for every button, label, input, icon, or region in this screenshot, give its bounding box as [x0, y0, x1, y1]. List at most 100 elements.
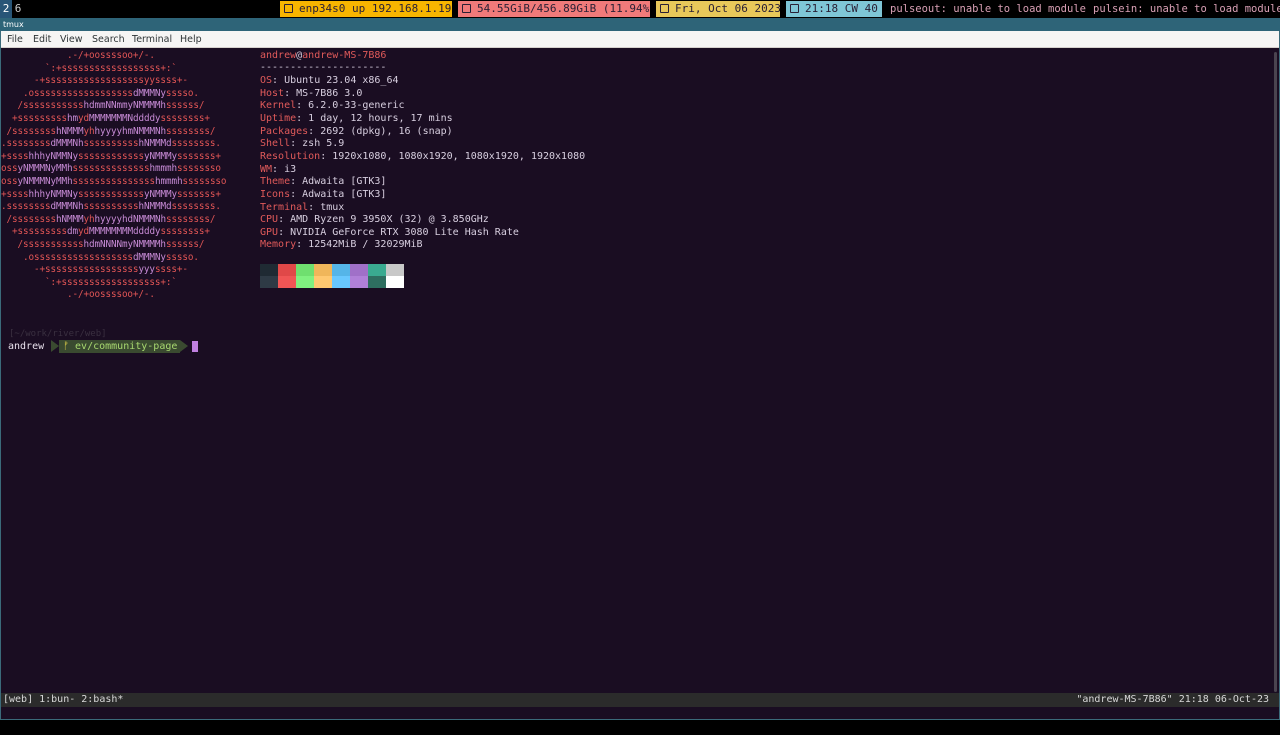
text-cursor [192, 341, 198, 352]
git-branch-icon: ᚠ [63, 341, 69, 352]
logo-line: `:+ssssssssssssssssss+:` [1, 62, 177, 74]
field-key: CPU [260, 214, 279, 226]
field-separator: : [296, 239, 309, 251]
color-swatch [260, 264, 278, 276]
color-swatch [314, 276, 332, 288]
neofetch-field-packages: Packages: 2692 (dpkg), 16 (snap) [260, 125, 453, 138]
field-value: 6.2.0-33-generic [308, 100, 405, 112]
field-key: Packages [260, 125, 309, 137]
field-separator: : [296, 112, 309, 124]
status-network[interactable]: enp34s0 up 192.168.1.195 [280, 1, 452, 17]
logo-line: /ssssssssssshdmmNNmmyNMMMMhssssss/ [1, 100, 205, 112]
field-key: Kernel [260, 100, 297, 112]
logo-line: -+sssssssssssssssssyyyssss+- [1, 264, 188, 276]
logo-line: /sssssssshNMMMyhhyyyyhmNMMMNhssssssss/ [1, 125, 216, 137]
status-disk[interactable]: 54.55GiB/456.89GiB (11.94%) [458, 1, 650, 17]
neofetch-host: andrew-MS-7B86 [302, 50, 387, 61]
color-swatch [296, 276, 314, 288]
menubar: File Edit View Search Terminal Help [1, 31, 1279, 48]
workspace-6[interactable]: 6 [12, 0, 24, 18]
menu-search[interactable]: Search [92, 31, 125, 48]
neofetch-field-host: Host: MS-7B86 3.0 [260, 87, 362, 100]
neofetch-field-memory: Memory: 12542MiB / 32029MiB [260, 238, 423, 251]
field-value: Ubuntu 23.04 x86_64 [284, 75, 399, 86]
shell-prompt[interactable]: andrew ᚠ ev/community-page [1, 340, 198, 353]
network-icon [284, 4, 293, 13]
field-key: Terminal [260, 201, 309, 213]
field-separator: : [272, 163, 285, 175]
field-separator: : [290, 188, 303, 200]
logo-line: /ssssssssssshdmNNNNmyNMMMMhssssss/ [1, 239, 205, 250]
workspace-2[interactable]: 2 [0, 0, 12, 18]
field-value: Adwaita [GTK3] [302, 176, 387, 188]
color-swatch [350, 276, 368, 288]
menu-edit[interactable]: Edit [33, 31, 51, 48]
logo-line: +sssssssssdmydMMMMMMMMddddyssssssss+ [1, 226, 210, 238]
neofetch-user: andrew [260, 50, 297, 61]
field-key: Shell [260, 138, 291, 150]
status-time[interactable]: 21:18 CW 40 [786, 1, 882, 17]
field-value: 12542MiB / 32029MiB [308, 239, 423, 251]
neofetch-field-uptime: Uptime: 1 day, 12 hours, 17 mins [260, 112, 453, 125]
menu-file[interactable]: File [7, 31, 23, 48]
field-value: AMD Ryzen 9 3950X (32) @ 3.850GHz [290, 214, 489, 226]
color-swatch [350, 264, 368, 276]
status-error-2: pulsein: unable to load module [1093, 3, 1280, 15]
logo-line: +ssssssssshmydMMMMMMMNddddyssssssss+ [1, 113, 210, 124]
prompt-git-branch: ᚠ ev/community-page [59, 340, 181, 353]
prompt-separator [51, 340, 59, 352]
neofetch-field-icons: Icons: Adwaita [GTK3] [260, 188, 386, 201]
status-time-text: 21:18 CW 40 [805, 2, 878, 15]
status-disk-text: 54.55GiB/456.89GiB (11.94%) [477, 2, 650, 15]
menu-view[interactable]: View [60, 31, 83, 48]
prompt-separator-end [180, 340, 188, 352]
neofetch-field-os: OS: Ubuntu 23.04 x86_64 [260, 74, 398, 87]
field-separator: : [290, 138, 303, 150]
field-key: GPU [260, 226, 279, 238]
field-value: 1920x1080, 1080x1920, 1080x1920, 1920x10… [332, 150, 586, 162]
git-branch-name: ev/community-page [75, 341, 178, 352]
neofetch-field-cpu: CPU: AMD Ryzen 9 3950X (32) @ 3.850GHz [260, 213, 489, 226]
neofetch-field-wm: WM: i3 [260, 163, 296, 176]
logo-line: `:+ssssssssssssssssss+:` [1, 276, 177, 288]
i3-status-bar: 26 enp34s0 up 192.168.1.195 54.55GiB/456.… [0, 0, 1280, 18]
neofetch-field-theme: Theme: Adwaita [GTK3] [260, 175, 386, 188]
neofetch-field-gpu: GPU: NVIDIA GeForce RTX 3080 Lite Hash R… [260, 226, 519, 239]
status-date[interactable]: Fri, Oct 06 2023 [656, 1, 780, 17]
logo-line: +sssshhhyNMMNyssssssssssssyNMMMysssssss+ [1, 150, 221, 162]
color-swatch [278, 276, 296, 288]
field-value: 1 day, 12 hours, 17 mins [308, 112, 453, 124]
field-key: Theme [260, 176, 291, 188]
tmux-status-bar: [web] 1:bun- 2:bash* "andrew-MS-7B86" 21… [1, 693, 1279, 707]
menu-terminal[interactable]: Terminal [132, 31, 172, 48]
disk-icon [462, 4, 471, 13]
neofetch-field-resolution: Resolution: 1920x1080, 1080x1920, 1080x1… [260, 150, 585, 163]
field-separator: : [290, 176, 303, 188]
calendar-icon [660, 4, 669, 13]
logo-line: .-/+oossssoo+/-. [1, 289, 155, 301]
field-separator: : [296, 100, 309, 112]
field-value: tmux [320, 201, 345, 213]
color-swatch [260, 276, 278, 288]
color-swatch [368, 276, 386, 288]
neofetch-field-kernel: Kernel: 6.2.0-33-generic [260, 99, 405, 112]
logo-line: .ossssssssssssssssssdMMMNysssso. [1, 251, 199, 263]
logo-line: ossyNMMMNyMMhsssssssssssssshmmmhssssssso [1, 163, 221, 175]
neofetch-field-terminal: Terminal: tmux [260, 201, 344, 214]
menu-help[interactable]: Help [180, 31, 202, 48]
terminal-scrollbar[interactable] [1274, 52, 1277, 692]
field-value: Adwaita [GTK3] [302, 188, 387, 200]
color-swatch [278, 264, 296, 276]
color-swatch [386, 264, 404, 276]
color-swatch [314, 264, 332, 276]
color-swatch [332, 264, 350, 276]
field-separator: : [284, 87, 297, 99]
field-key: WM [260, 163, 273, 175]
terminal-area[interactable]: .-/+oossssoo+/-. `:+ssssssssssssssssss+:… [1, 48, 1279, 718]
field-key: Host [260, 87, 285, 99]
field-key: OS [260, 75, 273, 86]
tmux-window-list[interactable]: [web] 1:bun- 2:bash* [3, 693, 123, 707]
logo-line: .ssssssssdMMMNhsssssssssshNMMMdssssssss. [1, 201, 221, 213]
field-value: i3 [284, 163, 297, 175]
field-value: NVIDIA GeForce RTX 3080 Lite Hash Rate [290, 226, 519, 238]
